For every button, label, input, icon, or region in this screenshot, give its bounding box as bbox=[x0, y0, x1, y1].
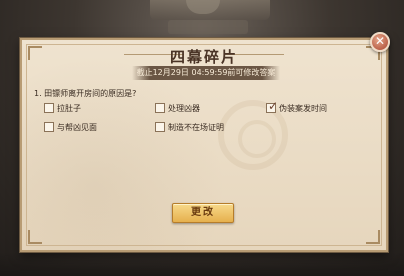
option-label: 与帮凶见面 bbox=[57, 122, 97, 132]
fragment-dialog: 四幕碎片 截止12月29日 04:59:59前可修改答案 1. 田镖师离开房间的… bbox=[20, 38, 388, 252]
option-la-duzi[interactable]: 拉肚子 bbox=[44, 102, 81, 114]
corner-ornament bbox=[28, 230, 42, 244]
question-text: 1. 田镖师离开房间的原因是? bbox=[34, 89, 137, 98]
checkmark-icon: ✓ bbox=[268, 99, 279, 113]
checkbox[interactable] bbox=[155, 122, 165, 132]
option-label: 拉肚子 bbox=[57, 103, 81, 113]
corner-ornament bbox=[366, 230, 380, 244]
change-answer-button[interactable]: 更改 bbox=[172, 203, 234, 223]
option-label: 处理凶器 bbox=[168, 103, 200, 113]
deadline-banner: 截止12月29日 04:59:59前可修改答案 bbox=[132, 66, 280, 80]
option-label: 伪装案发时间 bbox=[279, 103, 327, 113]
option-buzaichang-zhengming[interactable]: 制造不在场证明 bbox=[155, 121, 224, 133]
background-shadow bbox=[0, 252, 404, 276]
checkbox[interactable] bbox=[155, 103, 165, 113]
option-label: 制造不在场证明 bbox=[168, 122, 224, 132]
background-banner bbox=[168, 20, 248, 34]
checkbox-checked[interactable]: ✓ bbox=[266, 99, 279, 113]
close-icon[interactable]: ✕ bbox=[370, 32, 390, 52]
option-bangxiong-jianmian[interactable]: 与帮凶见面 bbox=[44, 121, 97, 133]
option-weizhuang-shijian[interactable]: ✓ 伪装案发时间 bbox=[266, 99, 327, 114]
dialog-title: 四幕碎片 bbox=[169, 48, 238, 66]
checkbox[interactable] bbox=[44, 122, 54, 132]
checkbox[interactable] bbox=[44, 103, 54, 113]
option-chuli-xiongqi[interactable]: 处理凶器 bbox=[155, 102, 200, 114]
